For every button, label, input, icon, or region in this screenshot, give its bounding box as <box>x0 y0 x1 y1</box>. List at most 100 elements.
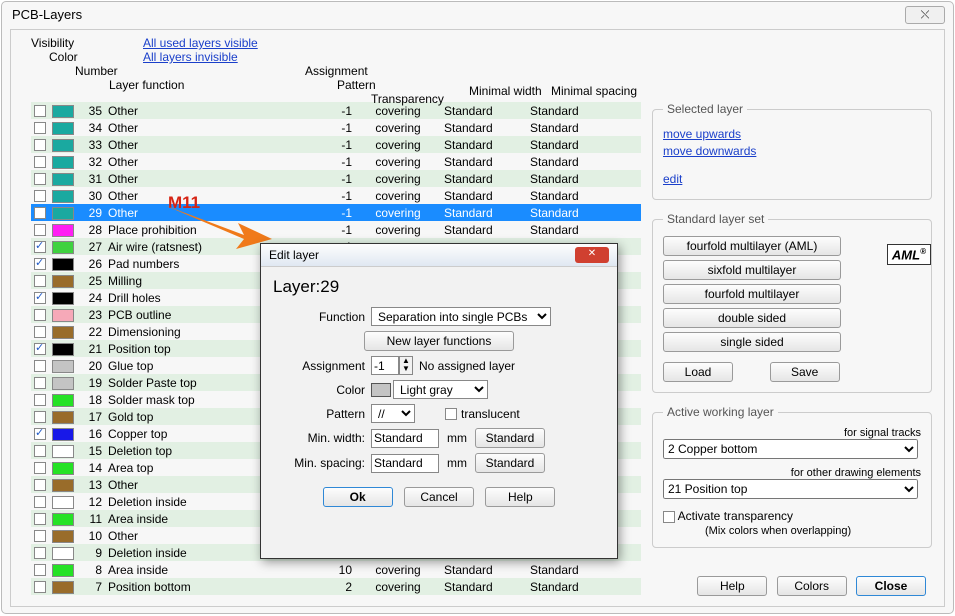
table-row[interactable]: 33Other-1coveringStandardStandard <box>31 136 641 153</box>
dialog-titlebar[interactable]: Edit layer ✕ <box>261 244 617 267</box>
window-close-button[interactable]: ⤬ <box>905 6 945 24</box>
visibility-checkbox[interactable] <box>34 309 46 321</box>
visibility-checkbox[interactable] <box>34 445 46 457</box>
cancel-button[interactable]: Cancel <box>404 487 474 507</box>
visibility-checkbox[interactable] <box>34 547 46 559</box>
visibility-checkbox[interactable] <box>34 292 46 304</box>
visibility-checkbox[interactable] <box>34 139 46 151</box>
color-swatch[interactable] <box>52 462 74 475</box>
color-swatch[interactable] <box>52 275 74 288</box>
color-swatch[interactable] <box>52 207 74 220</box>
color-swatch[interactable] <box>52 394 74 407</box>
visibility-checkbox[interactable] <box>34 326 46 338</box>
fourfold-aml-button[interactable]: fourfold multilayer (AML) <box>663 236 841 256</box>
table-row[interactable]: 31Other-1coveringStandardStandard <box>31 170 641 187</box>
min-spacing-input[interactable] <box>371 454 439 473</box>
color-swatch[interactable] <box>52 156 74 169</box>
visibility-checkbox[interactable] <box>34 581 46 593</box>
min-width-standard-button[interactable]: Standard <box>475 428 545 448</box>
table-row[interactable]: 32Other-1coveringStandardStandard <box>31 153 641 170</box>
color-swatch[interactable] <box>52 190 74 203</box>
min-spacing-standard-button[interactable]: Standard <box>475 453 545 473</box>
visibility-checkbox[interactable] <box>34 411 46 423</box>
activate-transparency-checkbox[interactable] <box>663 511 675 523</box>
color-select[interactable]: Light gray <box>393 380 488 399</box>
colors-button[interactable]: Colors <box>777 576 847 596</box>
color-swatch[interactable] <box>52 326 74 339</box>
color-swatch[interactable] <box>52 360 74 373</box>
dialog-help-button[interactable]: Help <box>485 487 555 507</box>
assignment-input[interactable] <box>371 356 399 375</box>
load-button[interactable]: Load <box>663 362 733 382</box>
color-swatch[interactable] <box>52 428 74 441</box>
new-layer-functions-button[interactable]: New layer functions <box>364 331 514 351</box>
visibility-checkbox[interactable] <box>34 156 46 168</box>
color-swatch[interactable] <box>52 105 74 118</box>
visibility-checkbox[interactable] <box>34 343 46 355</box>
dialog-close-button[interactable]: ✕ <box>575 247 609 263</box>
color-swatch[interactable] <box>52 343 74 356</box>
visibility-checkbox[interactable] <box>34 394 46 406</box>
visibility-checkbox[interactable] <box>34 224 46 236</box>
help-button[interactable]: Help <box>697 576 767 596</box>
ok-button[interactable]: Ok <box>323 487 393 507</box>
color-swatch[interactable] <box>52 224 74 237</box>
color-swatch[interactable] <box>52 173 74 186</box>
single-sided-button[interactable]: single sided <box>663 332 841 352</box>
table-row[interactable]: 8Area inside10coveringStandardStandard <box>31 561 641 578</box>
signal-tracks-select[interactable]: 2 Copper bottom <box>663 439 918 459</box>
visibility-checkbox[interactable] <box>34 207 46 219</box>
visibility-checkbox[interactable] <box>34 360 46 372</box>
table-row[interactable]: 34Other-1coveringStandardStandard <box>31 119 641 136</box>
color-swatch[interactable] <box>52 139 74 152</box>
table-row[interactable]: 29Other-1coveringStandardStandard <box>31 204 641 221</box>
color-swatch[interactable] <box>52 547 74 560</box>
all-used-visible-link[interactable]: All used layers visible <box>143 36 258 50</box>
color-swatch[interactable] <box>52 377 74 390</box>
visibility-checkbox[interactable] <box>34 173 46 185</box>
table-row[interactable]: 28Place prohibition-1coveringStandardSta… <box>31 221 641 238</box>
color-swatch[interactable] <box>52 445 74 458</box>
visibility-checkbox[interactable] <box>34 462 46 474</box>
color-swatch[interactable] <box>52 122 74 135</box>
visibility-checkbox[interactable] <box>34 190 46 202</box>
other-elements-select[interactable]: 21 Position top <box>663 479 918 499</box>
visibility-checkbox[interactable] <box>34 564 46 576</box>
translucent-checkbox[interactable] <box>445 408 457 420</box>
visibility-checkbox[interactable] <box>34 428 46 440</box>
visibility-checkbox[interactable] <box>34 496 46 508</box>
assignment-spinner[interactable]: ▲▼ <box>399 356 413 375</box>
color-swatch[interactable] <box>52 479 74 492</box>
color-swatch[interactable] <box>52 581 74 594</box>
visibility-checkbox[interactable] <box>34 122 46 134</box>
color-swatch[interactable] <box>52 241 74 254</box>
visibility-checkbox[interactable] <box>34 241 46 253</box>
color-swatch[interactable] <box>52 411 74 424</box>
pattern-select[interactable]: // <box>371 404 415 423</box>
color-swatch[interactable] <box>52 496 74 509</box>
edit-link[interactable]: edit <box>663 172 921 186</box>
sixfold-button[interactable]: sixfold multilayer <box>663 260 841 280</box>
fourfold-button[interactable]: fourfold multilayer <box>663 284 841 304</box>
color-swatch[interactable] <box>52 530 74 543</box>
all-invisible-link[interactable]: All layers invisible <box>143 50 258 64</box>
move-upwards-link[interactable]: move upwards <box>663 127 921 141</box>
visibility-checkbox[interactable] <box>34 105 46 117</box>
visibility-checkbox[interactable] <box>34 275 46 287</box>
visibility-checkbox[interactable] <box>34 479 46 491</box>
min-width-input[interactable] <box>371 429 439 448</box>
function-select[interactable]: Separation into single PCBs <box>371 307 551 326</box>
move-downwards-link[interactable]: move downwards <box>663 144 921 158</box>
color-swatch[interactable] <box>52 309 74 322</box>
color-swatch[interactable] <box>52 292 74 305</box>
close-button[interactable]: Close <box>856 576 926 596</box>
color-swatch[interactable] <box>52 513 74 526</box>
save-button[interactable]: Save <box>770 362 840 382</box>
visibility-checkbox[interactable] <box>34 377 46 389</box>
table-row[interactable]: 7Position bottom2coveringStandardStandar… <box>31 578 641 595</box>
visibility-checkbox[interactable] <box>34 258 46 270</box>
color-swatch[interactable] <box>52 258 74 271</box>
color-swatch[interactable] <box>52 564 74 577</box>
table-row[interactable]: 35Other-1coveringStandardStandard <box>31 102 641 119</box>
double-sided-button[interactable]: double sided <box>663 308 841 328</box>
